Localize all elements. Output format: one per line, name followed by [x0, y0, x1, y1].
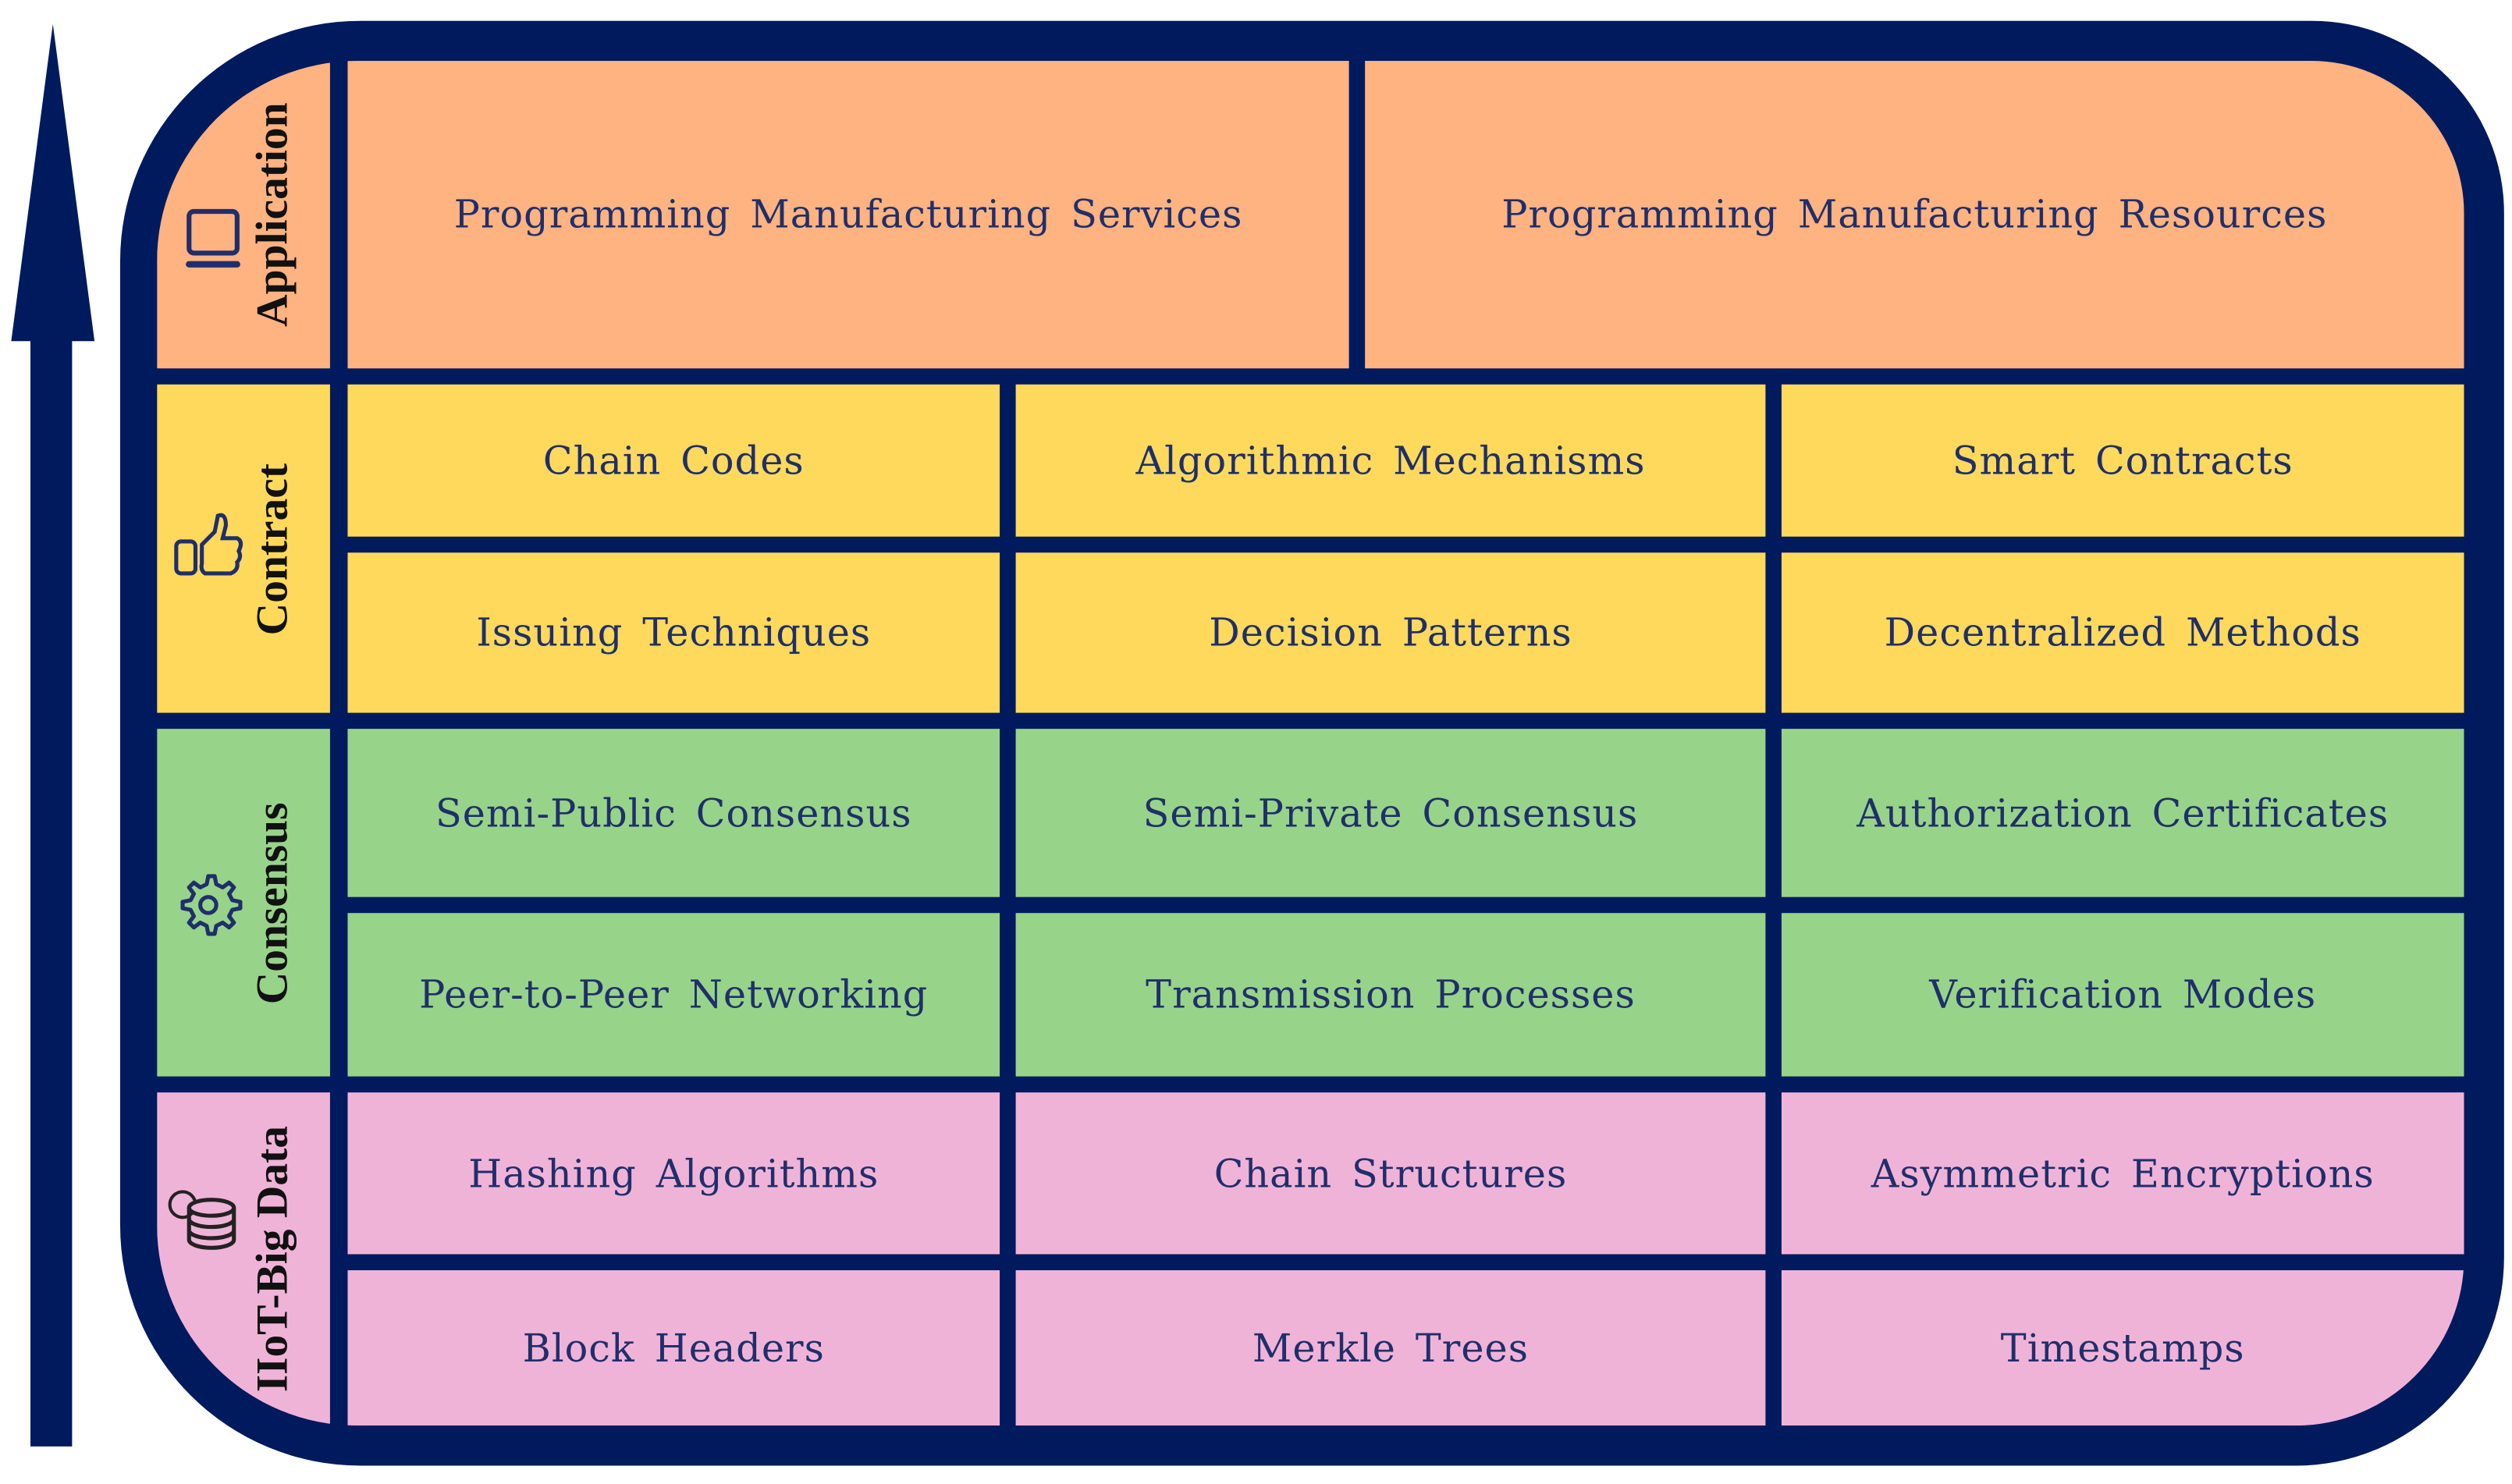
layer-item: Hashing Algorithms	[347, 1092, 1000, 1255]
layer-label-consensus: Consensus	[157, 729, 330, 1077]
thumbs-up-phone-icon	[174, 513, 243, 576]
layer-item: Programming Manufacturing Services	[347, 61, 1349, 369]
layer-item: Peer-to-Peer Networking	[347, 913, 1000, 1077]
layer-label-contract: Contract	[157, 384, 330, 713]
layer-item: Transmission Processes	[1015, 913, 1766, 1077]
diagram-grid: Application Programming Manufacturing Ser…	[157, 61, 2464, 1426]
layer-label-text: Consensus	[249, 801, 299, 1004]
layer-item: Semi-Public Consensus	[347, 729, 1000, 897]
layer-label-text: Contract	[249, 463, 299, 635]
layer-item: Authorization Certificates	[1781, 729, 2464, 897]
layer-item: Block Headers	[347, 1270, 1000, 1426]
layer-label-iiot: IIoT-Big Data	[157, 1092, 330, 1426]
layer-item: Algorithmic Mechanisms	[1015, 384, 1766, 537]
layer-item: Merkle Trees	[1015, 1270, 1766, 1426]
layer-item: Decision Patterns	[1015, 552, 1766, 713]
layer-label-application: Application	[157, 61, 330, 369]
layer-item: Verification Modes	[1781, 913, 2464, 1077]
layer-label-text: Application	[249, 102, 299, 327]
layer-diagram: Application Programming Manufacturing Ser…	[0, 0, 2512, 1483]
layer-item: Smart Contracts	[1781, 384, 2464, 537]
layer-item: Asymmetric Encryptions	[1781, 1092, 2464, 1255]
laptop-icon	[186, 208, 240, 268]
layer-item: Chain Structures	[1015, 1092, 1766, 1255]
layer-item: Chain Codes	[347, 384, 1000, 537]
layer-item: Decentralized Methods	[1781, 552, 2464, 713]
upward-arrow-icon	[11, 23, 95, 1447]
layer-item: Issuing Techniques	[347, 552, 1000, 713]
layer-item: Timestamps	[1781, 1270, 2464, 1426]
layer-item: Programming Manufacturing Resources	[1365, 61, 2464, 369]
layer-item: Semi-Private Consensus	[1015, 729, 1766, 897]
gear-icon	[180, 874, 243, 936]
layer-label-text: IIoT-Big Data	[249, 1126, 299, 1393]
database-gear-icon	[168, 1190, 236, 1250]
